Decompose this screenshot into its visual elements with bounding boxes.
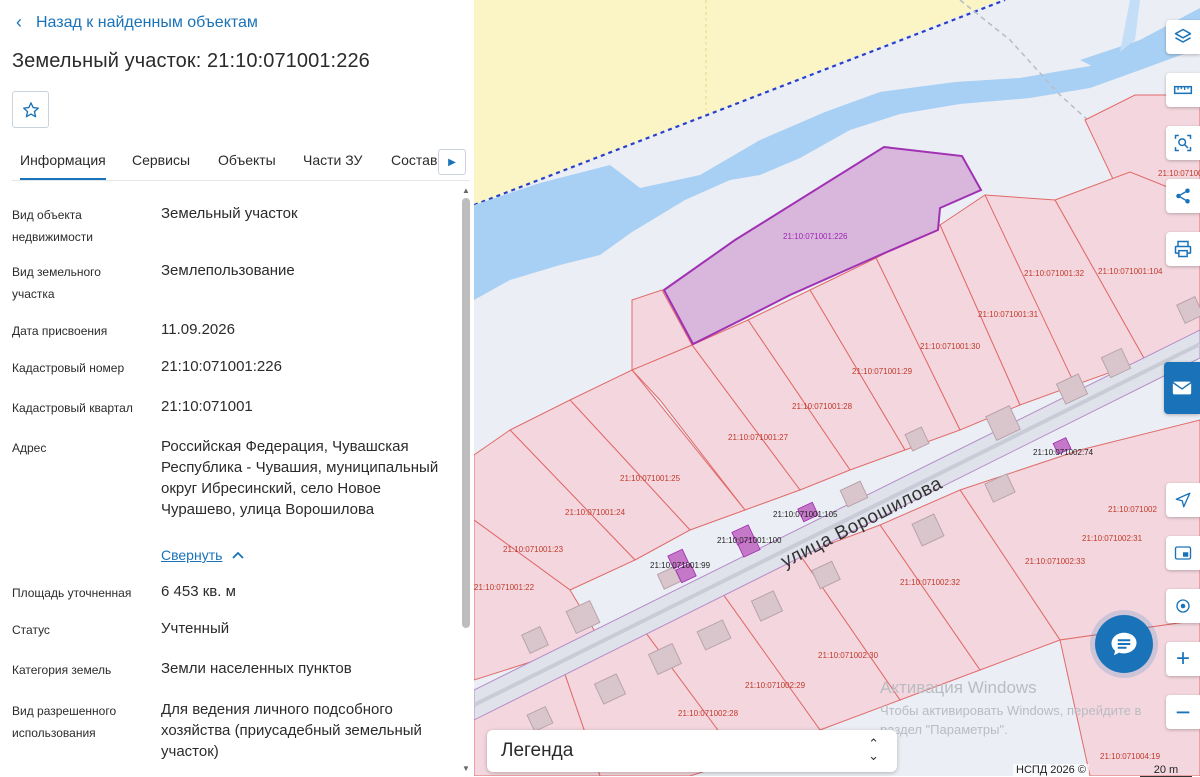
property-label: Дата присвоения bbox=[12, 324, 108, 338]
chevron-left-icon: ‹ bbox=[16, 12, 22, 32]
tab-information[interactable]: Информация bbox=[20, 152, 106, 180]
page-title: Земельный участок: 21:10:071001:226 bbox=[12, 50, 370, 72]
parcel-label: 21:10:071002:33 bbox=[1025, 557, 1086, 566]
tabs-next-button[interactable]: ▶ bbox=[438, 149, 466, 175]
parcel-label: 21:10:071004:19 bbox=[1100, 752, 1161, 761]
chevron-updown-icon: ⌃ ⌄ bbox=[868, 736, 879, 763]
parcel-label: 21:10:071002:31 bbox=[1082, 534, 1143, 543]
back-link[interactable]: ‹ Назад к найденным объектам bbox=[16, 12, 258, 33]
parcel-label: 21:10:071001:30 bbox=[920, 342, 981, 351]
favorite-button[interactable] bbox=[12, 91, 49, 128]
property-label: Кадастровый квартал bbox=[12, 401, 133, 415]
minimap-icon bbox=[1174, 546, 1192, 560]
feedback-button[interactable] bbox=[1164, 362, 1200, 414]
property-value: 21:10:071001:226 bbox=[161, 358, 282, 375]
parcel-label: 21:10:071001:12 bbox=[1158, 169, 1200, 178]
share-icon bbox=[1176, 188, 1190, 204]
ruler-icon bbox=[1173, 85, 1193, 95]
collapse-toggle[interactable]: Свернуть bbox=[161, 547, 245, 563]
parcel-label: 21:10:071001:22 bbox=[474, 583, 535, 592]
property-value: Для ведения личного подсобного хозяйства… bbox=[161, 701, 422, 760]
info-panel: ‹ Назад к найденным объектам Земельный у… bbox=[0, 0, 474, 776]
locate-icon bbox=[1175, 492, 1191, 508]
parcel-label: 21:10:071002:30 bbox=[818, 651, 879, 660]
parcel-label: 21:10:071001:27 bbox=[728, 433, 789, 442]
parcel-label: 21:10:071002:28 bbox=[678, 709, 739, 718]
tabs-bar: Информация Сервисы Объекты Части ЗУ Сост… bbox=[12, 144, 470, 181]
map-attribution: НСПД 2026 © bbox=[1013, 764, 1089, 776]
parcel-label: 21:10:071002 bbox=[1108, 505, 1157, 514]
property-value: 11.09.2026 bbox=[161, 321, 235, 338]
geolocate-icon bbox=[1176, 599, 1190, 613]
collapse-link[interactable]: Свернуть bbox=[161, 547, 222, 563]
parcel-label: 21:10:071001:32 bbox=[1024, 269, 1085, 278]
property-value: 6 453 кв. м bbox=[161, 583, 236, 600]
parcel-label: 21:10:071001:29 bbox=[852, 367, 913, 376]
ruler-button[interactable] bbox=[1166, 73, 1200, 107]
property-value: Учтенный bbox=[161, 620, 230, 637]
tab-objects[interactable]: Объекты bbox=[218, 152, 276, 168]
property-value: Российская Федерация, Чувашская Республи… bbox=[161, 438, 439, 518]
parcel-label: 21:10:071001:99 bbox=[650, 561, 711, 570]
map-scale: 20 m bbox=[1140, 764, 1192, 777]
geolocation-button[interactable] bbox=[1166, 589, 1200, 623]
legend-dropdown[interactable]: Легенда ⌃ ⌄ bbox=[487, 730, 897, 772]
tab-services[interactable]: Сервисы bbox=[132, 152, 190, 168]
map-canvas[interactable]: улица Ворошилова 21:10:071001:226 21:10:… bbox=[474, 0, 1200, 776]
print-button[interactable] bbox=[1166, 232, 1200, 266]
property-label: Вид земельного участка bbox=[12, 265, 101, 301]
chevron-up-icon bbox=[232, 551, 245, 559]
windows-activation-title: Активация Windows bbox=[880, 678, 1037, 697]
property-value: Землепользование bbox=[161, 262, 295, 279]
tab-parts[interactable]: Части ЗУ bbox=[303, 152, 362, 168]
parcel-label: 21:10:071001:104 bbox=[1098, 267, 1163, 276]
parcel-label: 21:10:071001:24 bbox=[565, 508, 626, 517]
print-icon bbox=[1174, 240, 1192, 258]
scroll-down-icon[interactable]: ▼ bbox=[462, 764, 470, 773]
layers-button[interactable] bbox=[1166, 20, 1200, 54]
panel-scrollbar[interactable] bbox=[462, 198, 470, 628]
property-label: Статус bbox=[12, 623, 50, 637]
mail-icon bbox=[1172, 381, 1192, 395]
parcel-label: 21:10:071001:100 bbox=[717, 536, 782, 545]
back-label: Назад к найденным объектам bbox=[36, 13, 258, 31]
parcel-label: 21:10:071001:23 bbox=[503, 545, 564, 554]
zoom-in-icon: + bbox=[1175, 645, 1190, 672]
parcel-label: 21:10:071001:28 bbox=[792, 402, 853, 411]
area-search-button[interactable] bbox=[1166, 126, 1200, 160]
star-icon bbox=[22, 101, 39, 117]
chat-icon bbox=[1111, 632, 1137, 656]
parcel-label: 21:10:071001:105 bbox=[773, 510, 838, 519]
locate-button[interactable] bbox=[1166, 483, 1200, 517]
chat-button[interactable] bbox=[1095, 615, 1153, 673]
parcel-label: 21:10:071002:29 bbox=[745, 681, 806, 690]
parcel-label: 21:10:071001:25 bbox=[620, 474, 681, 483]
parcel-label: 21:10:071002:32 bbox=[900, 578, 961, 587]
select-area-icon bbox=[1174, 134, 1192, 152]
layers-icon bbox=[1174, 28, 1192, 43]
property-value: Земли населенных пунктов bbox=[161, 660, 352, 677]
parcel-label: 21:10:071002:74 bbox=[1033, 448, 1094, 457]
property-label: Кадастровый номер bbox=[12, 361, 125, 375]
parcel-label: 21:10:071001:31 bbox=[978, 310, 1039, 319]
tab-composition[interactable]: Состав bbox=[391, 152, 437, 168]
parcel-label: 21:10:071001:226 bbox=[783, 232, 848, 241]
legend-label: Легенда bbox=[501, 740, 574, 761]
property-label: Вид объекта недвижимости bbox=[12, 208, 93, 244]
share-button[interactable] bbox=[1166, 179, 1200, 213]
property-label: Адрес bbox=[12, 441, 47, 455]
property-label: Категория земель bbox=[12, 663, 112, 677]
property-value: Земельный участок bbox=[161, 205, 298, 222]
minimap-button[interactable] bbox=[1166, 536, 1200, 570]
property-value: 21:10:071001 bbox=[161, 398, 253, 415]
property-label: Площадь уточненная bbox=[12, 586, 132, 600]
zoom-in-button[interactable]: + bbox=[1166, 642, 1200, 676]
caret-right-icon: ▶ bbox=[448, 156, 456, 168]
windows-activation-text: Чтобы активировать Windows, перейдите в … bbox=[880, 703, 1142, 737]
map-view[interactable]: улица Ворошилова 21:10:071001:226 21:10:… bbox=[474, 0, 1200, 776]
scroll-up-icon[interactable]: ▲ bbox=[462, 186, 470, 195]
property-label: Вид разрешенного использования bbox=[12, 704, 117, 740]
